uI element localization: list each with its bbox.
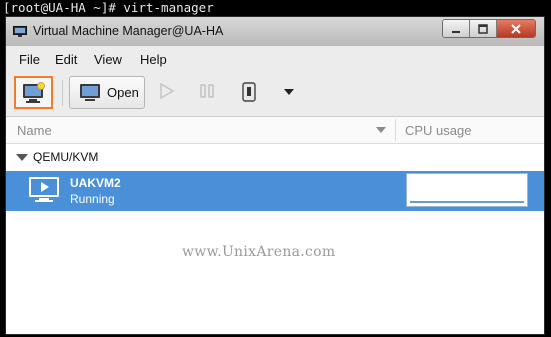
- window-controls: [442, 19, 536, 38]
- cpu-usage-graph: [406, 173, 528, 207]
- toolbar-separator: [62, 80, 63, 106]
- expand-arrow-icon[interactable]: [16, 154, 28, 161]
- play-icon[interactable]: [159, 82, 175, 100]
- cpu-usage-line: [410, 201, 524, 203]
- virt-manager-window: Virtual Machine Manager@UA-HA File Edit …: [5, 16, 545, 335]
- minimize-button[interactable]: [443, 20, 470, 37]
- toolbar: Open: [6, 72, 544, 117]
- new-vm-icon: [22, 81, 45, 103]
- vm-name: UAKVM2: [70, 176, 121, 190]
- column-cpu-usage[interactable]: CPU usage: [405, 123, 471, 138]
- sort-arrow-icon[interactable]: [376, 127, 386, 133]
- column-name[interactable]: Name: [17, 123, 52, 138]
- column-divider[interactable]: [395, 119, 396, 141]
- window-title: Virtual Machine Manager@UA-HA: [33, 24, 224, 38]
- vm-list-header: Name CPU usage: [6, 117, 544, 144]
- maximize-icon: [478, 23, 488, 34]
- menu-help[interactable]: Help: [140, 52, 167, 67]
- chevron-down-icon[interactable]: [283, 88, 295, 96]
- vm-row[interactable]: UAKVM2 Running: [6, 171, 544, 211]
- vm-running-icon: [29, 177, 59, 202]
- menu-file[interactable]: File: [19, 52, 40, 67]
- connection-label: QEMU/KVM: [33, 150, 99, 164]
- watermark: www.UnixArena.com: [182, 244, 336, 260]
- vm-list: QEMU/KVM UAKVM2 Running www.UnixArena.co…: [6, 144, 544, 334]
- window-titlebar[interactable]: Virtual Machine Manager@UA-HA: [6, 17, 544, 46]
- minimize-icon: [452, 30, 460, 33]
- menubar: File Edit View Help: [6, 46, 544, 72]
- maximize-button[interactable]: [470, 20, 497, 37]
- terminal-prompt-line: [root@UA-HA ~]# virt-manager: [3, 0, 214, 15]
- monitor-icon: [80, 83, 100, 101]
- open-button[interactable]: Open: [69, 76, 145, 109]
- open-button-label: Open: [107, 85, 139, 100]
- close-icon: [511, 23, 521, 34]
- connection-group-row[interactable]: QEMU/KVM: [6, 144, 544, 170]
- menu-edit[interactable]: Edit: [55, 52, 77, 67]
- new-vm-button[interactable]: [14, 76, 53, 109]
- menu-view[interactable]: View: [94, 52, 122, 67]
- power-icon[interactable]: [242, 82, 256, 102]
- close-button[interactable]: [497, 20, 535, 37]
- app-monitor-icon: [13, 26, 27, 37]
- pause-icon[interactable]: [199, 82, 215, 100]
- vm-status: Running: [70, 192, 115, 206]
